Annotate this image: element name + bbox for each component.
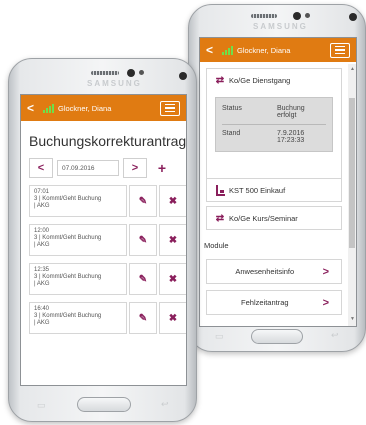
module-heading: Module (204, 241, 229, 250)
menu-icon[interactable] (160, 100, 180, 116)
kst-row: KST 500 Einkauf (207, 179, 341, 201)
booking-type: 3 | Kommt/Geht Buchung (34, 274, 102, 280)
close-icon[interactable]: ✖ (159, 185, 186, 217)
status-key: Status (222, 105, 242, 112)
page-title: Buchungskorrekturantrag (29, 133, 187, 149)
booking-entry: 12:35 3 | Kommt/Geht Buchung | AKG ✎ ✖ (29, 263, 186, 295)
booking-type: 3 | Kommt/Geht Buchung (34, 196, 102, 202)
camera (293, 12, 301, 20)
app-header: < Glockner, Diana (21, 95, 186, 121)
booking-entry: 07:01 3 | Kommt/Geht Buchung | AKG ✎ ✖ (29, 185, 186, 217)
booking-info[interactable]: 07:01 3 | Kommt/Geht Buchung | AKG (29, 185, 127, 217)
booking-time: 12:00 (34, 228, 50, 234)
date-field[interactable]: 07.09.2016 (57, 160, 119, 176)
home-button[interactable] (77, 397, 131, 412)
booking-entry: 12:00 3 | Kommt/Geht Buchung | AKG ✎ ✖ (29, 224, 186, 256)
booking-time: 12:35 (34, 267, 50, 273)
stand-time: 17:23:33 (277, 137, 305, 144)
fehlzeitantrag-button[interactable]: Fehlzeitantrag > (206, 290, 342, 315)
booking-code: | AKG (34, 203, 50, 209)
front-camera (179, 72, 187, 80)
back-key-icon[interactable]: ↩ (161, 399, 169, 410)
booking-info[interactable]: 12:00 3 | Kommt/Geht Buchung | AKG (29, 224, 127, 256)
date-navigation: < 07.09.2016 > + (29, 158, 174, 178)
signal-icon (43, 103, 54, 113)
dienstgang-card[interactable]: ⇄ Ko/Ge Dienstgang Status Buchung erfolg… (206, 68, 342, 188)
back-phone-screen: < Glockner, Diana ⇄ Ko/Ge Dienstgang Sta… (199, 37, 357, 327)
kurs-row: ⇄ Ko/Ge Kurs/Seminar (207, 207, 341, 229)
next-date-button[interactable]: > (123, 158, 147, 178)
stand-key: Stand (222, 130, 241, 137)
front-phone-screen: < Glockner, Diana Buchungskorrekturantra… (20, 94, 187, 386)
pencil-icon[interactable]: ✎ (129, 302, 157, 334)
back-key-icon[interactable]: ↩ (331, 330, 339, 341)
back-icon[interactable]: < (206, 43, 216, 57)
chevron-right-icon: > (322, 265, 329, 278)
booking-type: 3 | Kommt/Geht Buchung (34, 313, 102, 319)
kurs-label: Ko/Ge Kurs/Seminar (229, 213, 298, 223)
pencil-icon[interactable]: ✎ (129, 263, 157, 295)
scroll-down-icon[interactable]: ▼ (350, 316, 355, 322)
app-header: < Glockner, Diana (200, 38, 356, 62)
back-phone: SAMSUNG < Glockner, Diana ⇄ Ko/Ge Dienst… (188, 4, 366, 352)
pencil-icon[interactable]: ✎ (129, 185, 157, 217)
speaker (91, 71, 119, 75)
stand-date: 7.9.2016 (277, 130, 305, 137)
home-button[interactable] (251, 329, 303, 344)
user-name: Glockner, Diana (237, 45, 291, 55)
camera (127, 69, 135, 77)
booking-code: | AKG (34, 281, 50, 287)
booking-entry: 16:40 3 | Kommt/Geht Buchung | AKG ✎ ✖ (29, 302, 186, 334)
chart-icon (211, 184, 229, 196)
close-icon[interactable]: ✖ (159, 302, 186, 334)
booking-time: 16:40 (34, 306, 50, 312)
booking-list: 07:01 3 | Kommt/Geht Buchung | AKG ✎ ✖ 1… (29, 185, 186, 341)
brand-logo: SAMSUNG (253, 22, 308, 31)
booking-info[interactable]: 12:35 3 | Kommt/Geht Buchung | AKG (29, 263, 127, 295)
speaker (251, 14, 277, 18)
close-icon[interactable]: ✖ (159, 224, 186, 256)
status-value: Buchung erfolgt (277, 105, 305, 119)
close-icon[interactable]: ✖ (159, 263, 186, 295)
fehlzeitantrag-label: Fehlzeitantrag (241, 298, 289, 307)
booking-code: | AKG (34, 320, 50, 326)
front-phone: SAMSUNG < Glockner, Diana Buchungskorrek… (8, 58, 197, 422)
sensor (139, 70, 144, 75)
prev-date-button[interactable]: < (29, 158, 53, 178)
user-name: Glockner, Diana (58, 103, 112, 113)
brand-logo: SAMSUNG (87, 79, 142, 88)
signal-icon (222, 45, 233, 55)
scroll-up-icon[interactable]: ▲ (350, 66, 355, 72)
recent-apps-icon[interactable]: ▭ (215, 331, 224, 342)
dienstgang-label: Ko/Ge Dienstgang (229, 75, 291, 85)
kst-card[interactable]: KST 500 Einkauf (206, 178, 342, 202)
swap-icon: ⇄ (215, 212, 225, 224)
kst-label: KST 500 Einkauf (229, 185, 286, 195)
anwesenheitsinfo-button[interactable]: Anwesenheitsinfo > (206, 259, 342, 284)
kurs-card[interactable]: ⇄ Ko/Ge Kurs/Seminar (206, 206, 342, 230)
back-icon[interactable]: < (27, 101, 37, 115)
recent-apps-icon[interactable]: ▭ (37, 400, 46, 411)
swap-icon: ⇄ (215, 74, 225, 86)
status-box: Status Buchung erfolgt Stand 7.9.2016 17… (215, 97, 333, 152)
booking-type: 3 | Kommt/Geht Buchung (34, 235, 102, 241)
menu-icon[interactable] (330, 42, 350, 58)
scrollbar-thumb[interactable] (349, 98, 355, 248)
chevron-right-icon: > (322, 296, 329, 309)
front-camera (349, 13, 357, 21)
dienstgang-header: ⇄ Ko/Ge Dienstgang (207, 69, 341, 91)
add-button[interactable]: + (153, 159, 171, 177)
booking-code: | AKG (34, 242, 50, 248)
sensor (305, 13, 310, 18)
pencil-icon[interactable]: ✎ (129, 224, 157, 256)
booking-info[interactable]: 16:40 3 | Kommt/Geht Buchung | AKG (29, 302, 127, 334)
booking-time: 07:01 (34, 189, 50, 195)
anwesenheitsinfo-label: Anwesenheitsinfo (235, 267, 295, 276)
